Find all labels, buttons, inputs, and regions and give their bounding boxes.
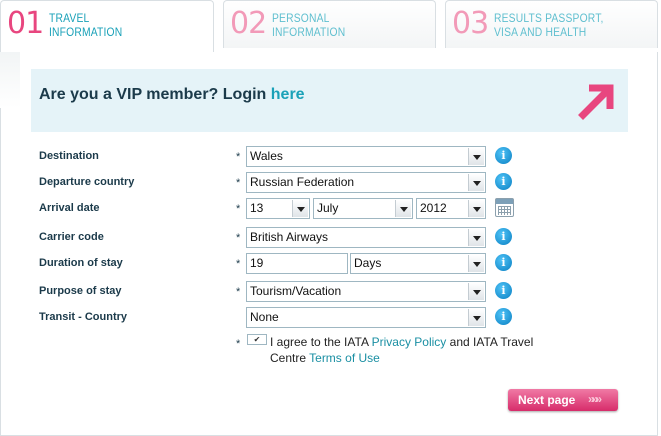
departure-country-row: Departure country * Russian Federation i (0, 172, 661, 194)
tab-number: 03 (452, 6, 489, 41)
required-mark: * (236, 203, 241, 215)
destination-value: Wales (250, 149, 283, 163)
arrival-day-select[interactable]: 13 (246, 198, 310, 219)
arrival-year-select[interactable]: 2012 (416, 198, 486, 219)
tab-title-line1: TRAVEL (49, 11, 90, 25)
purpose-label: Purpose of stay (39, 285, 122, 297)
double-chevron-right-icon: »»» (588, 392, 602, 406)
tab-personal-information[interactable]: 02 PERSONAL INFORMATION (223, 0, 436, 48)
tab-travel-information[interactable]: 01 TRAVEL INFORMATION (0, 0, 214, 52)
tab-number: 01 (7, 6, 44, 41)
required-mark: * (236, 177, 241, 189)
required-mark: * (236, 286, 241, 298)
destination-row: Destination * Wales i (0, 146, 661, 168)
arrival-date-row: Arrival date * 13 July 2012 (0, 198, 661, 220)
duration-unit-value: Days (354, 256, 382, 270)
info-icon[interactable]: i (495, 308, 512, 325)
terms-agreement: * ✔ I agree to the IATA Privacy Policy a… (0, 334, 661, 374)
carrier-code-select[interactable]: British Airways (246, 227, 486, 248)
transit-label: Transit - Country (39, 311, 128, 323)
transit-select[interactable]: None (246, 307, 486, 328)
duration-unit-select[interactable]: Days (350, 253, 486, 274)
departure-country-value: Russian Federation (250, 175, 355, 189)
arrival-date-label: Arrival date (39, 202, 100, 214)
agree-prefix: I agree to the IATA (270, 335, 372, 349)
required-mark: * (236, 258, 241, 270)
duration-label: Duration of stay (39, 257, 123, 269)
info-icon[interactable]: i (495, 147, 512, 164)
agree-checkbox[interactable]: ✔ (247, 334, 267, 345)
tab-title: RESULTS PASSPORT, VISA AND HEALTH (494, 11, 604, 39)
chevron-down-icon[interactable] (468, 174, 484, 191)
chevron-down-icon[interactable] (395, 200, 411, 217)
calendar-icon[interactable] (495, 198, 514, 217)
departure-country-select[interactable]: Russian Federation (246, 172, 486, 193)
chevron-down-icon[interactable] (468, 255, 484, 272)
panel-decoration (0, 48, 20, 108)
terms-of-use-link[interactable]: Terms of Use (309, 351, 380, 365)
destination-select[interactable]: Wales (246, 146, 486, 167)
tab-results[interactable]: 03 RESULTS PASSPORT, VISA AND HEALTH (445, 0, 658, 48)
agree-text: I agree to the IATA Privacy Policy and I… (270, 334, 550, 366)
chevron-down-icon[interactable] (468, 200, 484, 217)
purpose-select[interactable]: Tourism/Vacation (246, 281, 486, 302)
info-icon[interactable]: i (495, 282, 512, 299)
arrival-year-value: 2012 (420, 201, 447, 215)
carrier-code-label: Carrier code (39, 231, 104, 243)
chevron-down-icon[interactable] (468, 148, 484, 165)
tab-title-line2: VISA AND HEALTH (494, 25, 587, 39)
info-icon[interactable]: i (495, 228, 512, 245)
tab-title-line1: PERSONAL (272, 11, 330, 25)
transit-value: None (250, 310, 279, 324)
transit-row: Transit - Country None i (0, 307, 661, 329)
arrival-month-select[interactable]: July (313, 198, 413, 219)
arrow-up-right-icon[interactable] (575, 79, 619, 123)
vip-text: Are you a VIP member? Login (39, 86, 271, 103)
tab-title: PERSONAL INFORMATION (272, 11, 345, 39)
chevron-down-icon[interactable] (468, 229, 484, 246)
chevron-down-icon[interactable] (468, 283, 484, 300)
privacy-policy-link[interactable]: Privacy Policy (372, 335, 447, 349)
duration-row: Duration of stay * 19 Days i (0, 253, 661, 275)
next-page-button[interactable]: Next page »»» (508, 389, 618, 411)
vip-login-prompt: Are you a VIP member? Login here (39, 86, 305, 104)
carrier-code-value: British Airways (250, 230, 329, 244)
vip-banner: Are you a VIP member? Login here (31, 69, 628, 132)
carrier-code-row: Carrier code * British Airways i (0, 227, 661, 249)
tab-number: 02 (230, 6, 267, 41)
tab-title: TRAVEL INFORMATION (49, 11, 122, 39)
arrival-day-value: 13 (250, 201, 264, 215)
destination-label: Destination (39, 150, 99, 162)
tab-title-line2: INFORMATION (272, 25, 346, 39)
required-mark: * (236, 151, 241, 163)
info-icon[interactable]: i (495, 173, 512, 190)
tab-title-line1: RESULTS PASSPORT, (494, 11, 604, 25)
required-mark: * (236, 232, 241, 244)
step-tabs: 01 TRAVEL INFORMATION 02 PERSONAL INFORM… (0, 0, 661, 52)
duration-input[interactable]: 19 (246, 253, 348, 274)
required-mark: * (236, 338, 241, 350)
departure-country-label: Departure country (39, 176, 135, 188)
chevron-down-icon[interactable] (292, 200, 308, 217)
info-icon[interactable]: i (495, 254, 512, 271)
next-page-label: Next page (518, 393, 576, 407)
arrival-month-value: July (317, 201, 339, 215)
purpose-row: Purpose of stay * Tourism/Vacation i (0, 281, 661, 303)
tab-title-line2: INFORMATION (49, 25, 123, 39)
vip-login-link[interactable]: here (271, 86, 305, 103)
chevron-down-icon[interactable] (468, 309, 484, 326)
purpose-value: Tourism/Vacation (250, 284, 342, 298)
